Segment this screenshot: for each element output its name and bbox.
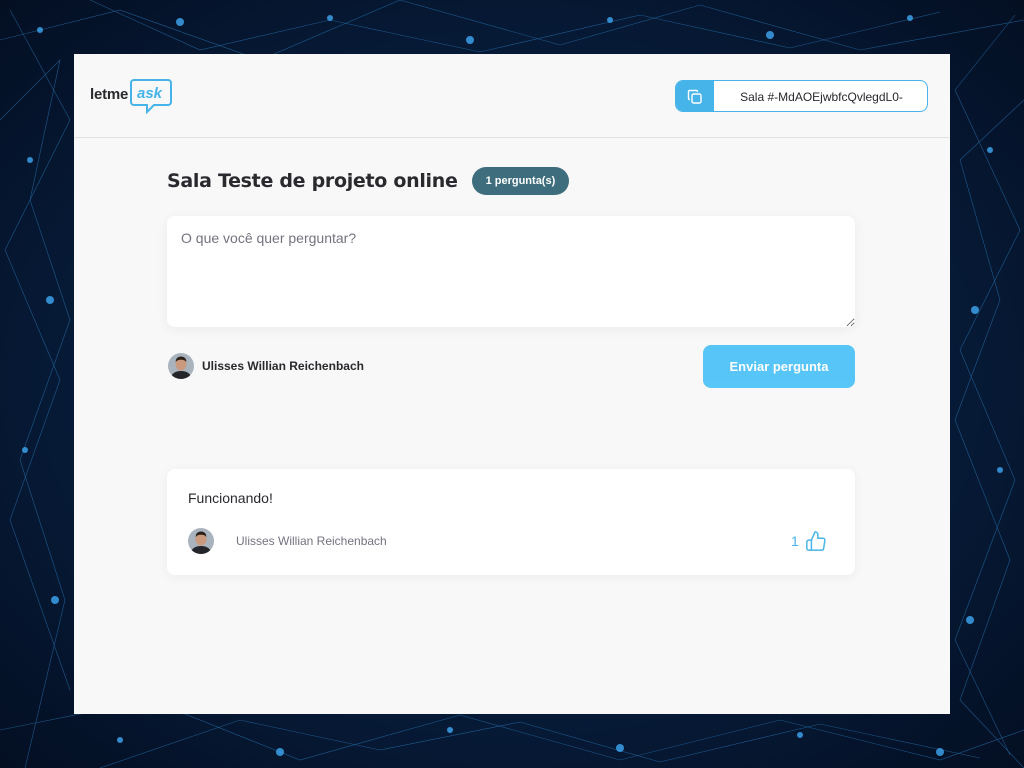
room-code-label: Sala #-MdAOEjwbfcQvlegdL0-	[740, 90, 903, 104]
logo-text-letme: letme	[90, 86, 129, 103]
app-window: letme ask Sala #-MdAOEjwbfcQvlegdL0- Sal…	[74, 54, 950, 714]
logo-text-ask: ask	[137, 85, 163, 102]
current-user-name: Ulisses Willian Reichenbach	[202, 359, 364, 373]
avatar	[188, 528, 214, 554]
question-author: Ulisses Willian Reichenbach	[188, 527, 387, 555]
question-input[interactable]	[167, 216, 855, 327]
letmeask-logo[interactable]: letme ask	[90, 78, 174, 118]
thumbs-up-icon	[805, 531, 826, 551]
like-button[interactable]: 1	[791, 529, 827, 553]
avatar	[168, 353, 194, 379]
current-user-info: Ulisses Willian Reichenbach	[168, 351, 364, 381]
app-header: letme ask Sala #-MdAOEjwbfcQvlegdL0-	[74, 54, 950, 138]
room-title: Sala Teste de projeto online	[167, 170, 458, 192]
room-title-row: Sala Teste de projeto online 1 pergunta(…	[167, 166, 855, 196]
copy-room-code-button[interactable]: Sala #-MdAOEjwbfcQvlegdL0-	[675, 80, 928, 112]
like-count: 1	[791, 533, 799, 549]
question-author-name: Ulisses Willian Reichenbach	[236, 534, 387, 548]
question-content: Funcionando!	[188, 490, 273, 506]
send-question-button[interactable]: Enviar pergunta	[703, 345, 855, 388]
question-card: Funcionando! Ulisses Willian Reichenbach…	[167, 469, 855, 575]
copy-icon	[676, 81, 714, 111]
form-footer: Ulisses Willian Reichenbach Enviar pergu…	[167, 345, 855, 388]
question-count-badge: 1 pergunta(s)	[471, 167, 570, 195]
